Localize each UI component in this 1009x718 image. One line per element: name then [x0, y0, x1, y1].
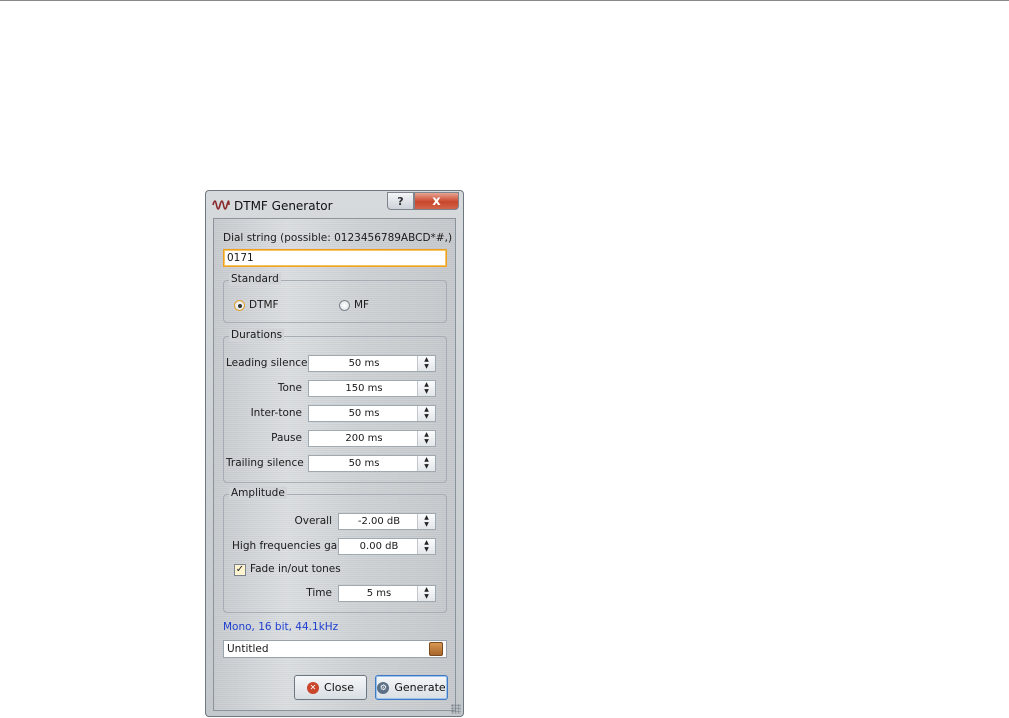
gear-icon: ⚙	[377, 681, 390, 694]
durations-group: Durations Leading silence 50 ms ▲ ▼ Tone …	[223, 329, 447, 483]
tone-label: Tone	[277, 382, 302, 394]
waveform-icon	[212, 200, 230, 210]
inter-tone-value[interactable]: 50 ms	[309, 406, 419, 421]
dtmf-radio-label[interactable]: DTMF	[249, 299, 279, 311]
time-spinbox[interactable]: 5 ms ▲ ▼	[338, 585, 436, 602]
spin-arrows-icon[interactable]: ▲ ▼	[417, 406, 435, 421]
close-circle-icon: ✕	[307, 681, 320, 694]
title-bar[interactable]: DTMF Generator ? x	[206, 191, 463, 219]
close-button-label: Close	[324, 681, 354, 694]
mf-radio-label[interactable]: MF	[354, 299, 369, 311]
browse-book-icon[interactable]	[429, 642, 443, 656]
hf-gain-value[interactable]: 0.00 dB	[339, 539, 419, 554]
top-border-line	[0, 0, 1009, 1]
overall-label: Overall	[294, 515, 332, 527]
output-name-value[interactable]: Untitled	[227, 643, 269, 655]
trailing-silence-label: Trailing silence	[226, 457, 304, 469]
trailing-silence-spinbox[interactable]: 50 ms ▲ ▼	[308, 455, 436, 472]
time-label: Time	[306, 587, 332, 599]
spin-arrows-icon[interactable]: ▲ ▼	[417, 586, 435, 601]
spin-arrows-icon[interactable]: ▲ ▼	[417, 456, 435, 471]
fade-checkbox[interactable]: ✓	[234, 564, 246, 576]
window-close-button[interactable]: x	[414, 192, 459, 210]
spin-arrows-icon[interactable]: ▲ ▼	[417, 431, 435, 446]
resize-grip-icon[interactable]	[451, 704, 461, 714]
pause-label: Pause	[271, 432, 302, 444]
amplitude-group: Amplitude Overall -2.00 dB ▲ ▼ High frequ…	[223, 487, 447, 613]
overall-spinbox[interactable]: -2.00 dB ▲ ▼	[338, 513, 436, 530]
fade-checkbox-label[interactable]: Fade in/out tones	[250, 563, 341, 575]
amplitude-group-title: Amplitude	[229, 487, 287, 499]
inter-tone-label: Inter-tone	[250, 407, 302, 419]
dtmf-generator-dialog: DTMF Generator ? x Dial string (possible…	[205, 190, 464, 717]
hf-gain-label: High frequencies gain	[232, 540, 347, 552]
spin-arrows-icon[interactable]: ▲ ▼	[417, 356, 435, 371]
standard-group: Standard DTMF MF	[223, 273, 447, 323]
dtmf-radio[interactable]	[234, 300, 245, 311]
pause-value[interactable]: 200 ms	[309, 431, 419, 446]
trailing-silence-value[interactable]: 50 ms	[309, 456, 419, 471]
durations-group-title: Durations	[229, 329, 285, 341]
time-value[interactable]: 5 ms	[339, 586, 419, 601]
spin-arrows-icon[interactable]: ▲ ▼	[417, 539, 435, 554]
generate-button[interactable]: ⚙ Generate	[375, 675, 448, 700]
overall-value[interactable]: -2.00 dB	[339, 514, 419, 529]
hf-gain-spinbox[interactable]: 0.00 dB ▲ ▼	[338, 538, 436, 555]
dial-string-input[interactable]: 0171	[223, 249, 447, 267]
spin-arrows-icon[interactable]: ▲ ▼	[417, 514, 435, 529]
leading-silence-label: Leading silence	[226, 357, 308, 369]
standard-group-title: Standard	[229, 273, 281, 285]
output-name-field[interactable]: Untitled	[223, 640, 447, 658]
spin-arrows-icon[interactable]: ▲ ▼	[417, 381, 435, 396]
help-button[interactable]: ?	[387, 192, 414, 210]
format-info: Mono, 16 bit, 44.1kHz	[223, 621, 339, 633]
mf-radio[interactable]	[339, 300, 350, 311]
window-title: DTMF Generator	[234, 199, 333, 213]
close-button[interactable]: ✕ Close	[294, 675, 367, 700]
leading-silence-value[interactable]: 50 ms	[309, 356, 419, 371]
dial-string-label: Dial string (possible: 0123456789ABCD*#,…	[223, 232, 453, 244]
tone-value[interactable]: 150 ms	[309, 381, 419, 396]
leading-silence-spinbox[interactable]: 50 ms ▲ ▼	[308, 355, 436, 372]
dialog-body: Dial string (possible: 0123456789ABCD*#,…	[213, 218, 456, 711]
pause-spinbox[interactable]: 200 ms ▲ ▼	[308, 430, 436, 447]
inter-tone-spinbox[interactable]: 50 ms ▲ ▼	[308, 405, 436, 422]
generate-button-label: Generate	[394, 681, 446, 694]
tone-spinbox[interactable]: 150 ms ▲ ▼	[308, 380, 436, 397]
